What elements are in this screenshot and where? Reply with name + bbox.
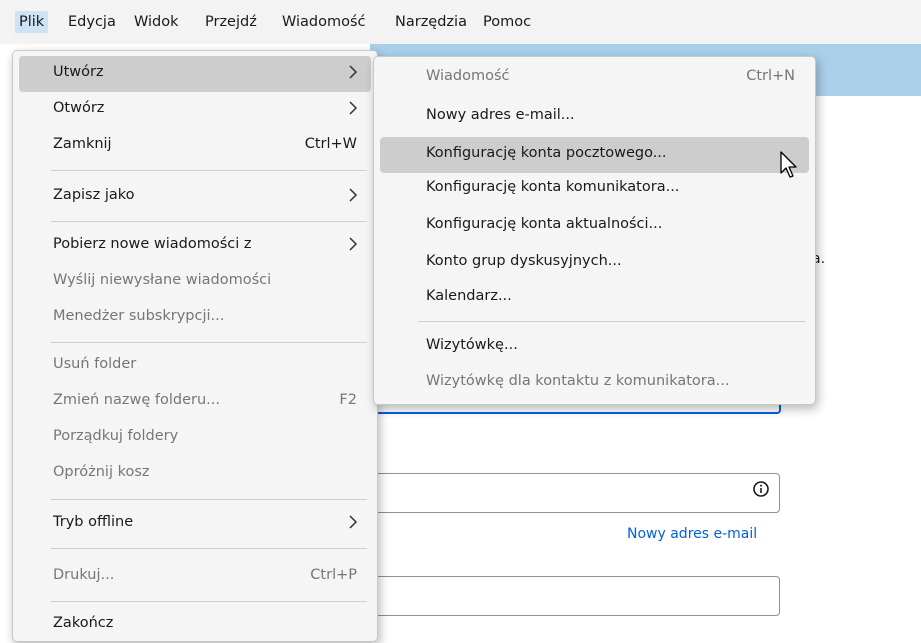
menu-item-offline[interactable]: Tryb offline [19,506,371,542]
submenu-item-chat-contact: Wizytówkę dla kontaktu z komunikatora... [426,373,730,389]
menu-item-close[interactable]: Zamknij Ctrl+W [19,128,371,164]
chevron-right-icon [349,101,358,115]
menu-separator [51,548,367,549]
menu-item-quit[interactable]: Zakończ [19,607,371,643]
menu-separator [51,221,367,222]
submenu-item-calendar[interactable]: Kalendarz... [380,280,809,316]
menu-tools[interactable]: Narzędzia [395,11,467,33]
menu-separator [51,170,367,171]
submenu-item-feed-account[interactable]: Konfigurację konta aktualności... [380,208,809,244]
menu-edit[interactable]: Edycja [68,11,116,33]
chevron-right-icon [349,515,358,529]
chevron-right-icon [349,237,358,251]
menu-item-save-as[interactable]: Zapisz jako [19,179,371,215]
menu-item-create[interactable]: Utwórz [19,56,371,92]
menu-bar: Plik Edycja Widok Przejdź Wiadomość Narz… [0,0,921,44]
menu-item-send-unsent: Wyślij niewysłane wiadomości [53,272,272,288]
menu-separator [51,601,367,602]
submenu-item-chat-account[interactable]: Konfigurację konta komunikatora... [380,171,809,207]
chevron-right-icon [349,65,358,79]
menu-file[interactable]: Plik [15,11,49,33]
info-icon[interactable] [753,481,769,497]
chevron-right-icon [349,188,358,202]
submenu-item-new-email-address[interactable]: Nowy adres e-mail... [380,99,809,135]
menu-item-rename-folder: Zmień nazwę folderu... F2 [53,392,357,408]
submenu-item-newsgroup-account[interactable]: Konto grup dyskusyjnych... [380,245,809,281]
menu-go[interactable]: Przejdź [205,11,257,33]
submenu-item-message: Wiadomość Ctrl+N [426,68,795,84]
mouse-pointer-icon [780,151,797,178]
submenu-item-mail-account[interactable]: Konfigurację konta pocztowego... [380,137,809,173]
new-submenu: Wiadomość Ctrl+N Nowy adres e-mail... Ko… [373,56,816,405]
menu-item-empty-trash: Opróżnij kosz [53,464,150,480]
submenu-item-contact[interactable]: Wizytówkę... [380,329,809,365]
menu-item-get-messages[interactable]: Pobierz nowe wiadomości z [19,228,371,264]
menu-item-compact-folders: Porządkuj foldery [53,428,179,444]
menu-separator [51,499,367,500]
menu-help[interactable]: Pomoc [483,11,531,33]
menu-item-delete-folder: Usuń folder [53,356,137,372]
menu-separator [418,321,805,322]
menu-message[interactable]: Wiadomość [282,11,366,33]
email-input[interactable] [372,473,780,513]
menu-item-open[interactable]: Otwórz [19,92,371,128]
password-input[interactable] [372,576,780,616]
menu-item-print: Drukuj... Ctrl+P [53,567,357,583]
menu-view[interactable]: Widok [134,11,179,33]
new-email-link[interactable]: Nowy adres e-mail [627,526,757,542]
file-menu: Utwórz Otwórz Zamknij Ctrl+W Zapisz jako… [12,50,378,642]
menu-item-subscriptions: Menedżer subskrypcji... [53,308,225,324]
menu-separator [51,342,367,343]
